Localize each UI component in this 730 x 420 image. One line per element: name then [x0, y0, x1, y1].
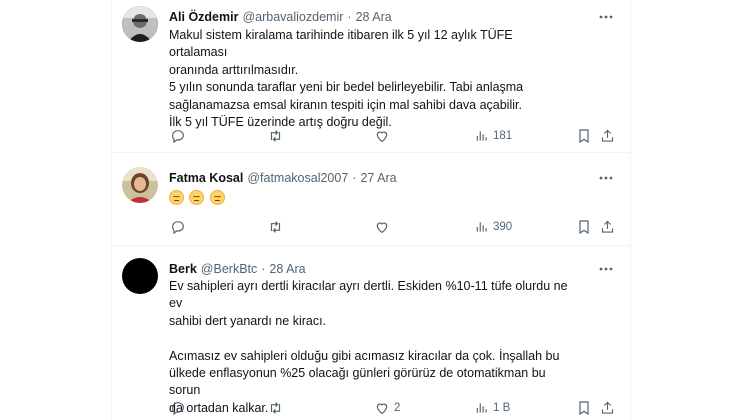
tweet-header: Berk @BerkBtc · 28 Ara — [169, 260, 306, 278]
tweet-date[interactable]: 28 Ara — [356, 10, 392, 24]
reply-icon — [172, 402, 184, 416]
views-icon — [476, 222, 487, 232]
tweet-fatma-kosal[interactable]: Fatma Kosal @fatmakosal2007 · 27 Ara 390 — [112, 153, 630, 245]
share-icon — [601, 401, 614, 414]
reply-button[interactable] — [170, 398, 190, 418]
display-name[interactable]: Fatma Kosal — [169, 171, 243, 185]
retweet-button[interactable] — [267, 398, 288, 418]
bookmark-icon — [579, 401, 589, 416]
share-icon — [601, 220, 614, 233]
share-icon — [601, 129, 614, 142]
reply-icon — [172, 130, 184, 144]
action-bar: 390 — [162, 217, 617, 237]
reply-button[interactable] — [170, 126, 190, 146]
views-icon — [476, 131, 487, 141]
tweet-date[interactable]: 27 Ara — [360, 171, 396, 185]
user-handle[interactable]: @fatmakosal2007 — [247, 171, 348, 185]
share-button[interactable] — [600, 126, 615, 146]
views-button[interactable]: 181 — [475, 126, 512, 146]
bookmark-button[interactable] — [577, 398, 591, 418]
display-name[interactable]: Berk — [169, 262, 197, 276]
view-count: 1 B — [493, 402, 511, 414]
timeline-frame: Ali Özdemir @arbavaliozdemir · 28 Ara Ma… — [0, 0, 730, 420]
tweet-line: 5 yılın sonunda taraflar yeni bir bedel … — [169, 80, 524, 95]
relieved-face-emoji — [169, 190, 184, 206]
tweet-ali-ozdemir[interactable]: Ali Özdemir @arbavaliozdemir · 28 Ara Ma… — [112, 0, 630, 152]
relieved-face-emoji — [189, 190, 205, 206]
separator-dot: · — [352, 171, 357, 185]
action-bar: 2 1 B — [162, 398, 617, 418]
tweet-line: Makul sistem kiralama tarihinde itibaren… — [169, 28, 513, 60]
bookmark-button[interactable] — [577, 126, 591, 146]
tweet-line: ülkede enflasyonun %25 olacağı günleri g… — [169, 366, 546, 398]
avatar-photo — [122, 167, 158, 203]
more-icon — [599, 176, 613, 180]
emoji-row — [169, 189, 569, 207]
bookmark-icon — [579, 220, 589, 235]
views-button[interactable]: 390 — [475, 217, 512, 237]
retweet-icon — [270, 402, 281, 414]
avatar[interactable] — [122, 258, 158, 294]
more-button[interactable] — [596, 260, 616, 278]
heart-icon — [376, 131, 388, 143]
tweet-text: Ev sahipleri ayrı dertli kiracılar ayrı … — [169, 278, 579, 417]
like-button[interactable]: 2 — [374, 398, 400, 418]
avatar[interactable] — [122, 6, 158, 42]
left-gutter — [0, 0, 111, 420]
heart-icon — [376, 222, 388, 234]
more-button[interactable] — [596, 8, 616, 26]
reply-thread: Ali Özdemir @arbavaliozdemir · 28 Ara Ma… — [111, 0, 631, 420]
tweet-header: Fatma Kosal @fatmakosal2007 · 27 Ara — [169, 169, 397, 187]
tweet-line: sahibi dert yanardı ne kiracı. — [169, 313, 327, 328]
retweet-button[interactable] — [267, 217, 288, 237]
tweet-line: sağlanamazsa emsal kiranın tespiti için … — [169, 97, 522, 112]
bookmark-button[interactable] — [577, 217, 591, 237]
retweet-icon — [270, 221, 281, 233]
retweet-icon — [270, 130, 281, 142]
reply-button[interactable] — [170, 217, 190, 237]
views-icon — [476, 403, 487, 413]
separator-dot: · — [347, 10, 352, 24]
tweet-line: Acımasız ev sahipleri olduğu gibi acımas… — [169, 348, 560, 363]
tweet-header: Ali Özdemir @arbavaliozdemir · 28 Ara — [169, 8, 392, 26]
user-handle[interactable]: @BerkBtc — [201, 262, 257, 276]
like-button[interactable] — [374, 217, 394, 237]
heart-icon — [376, 403, 388, 415]
share-button[interactable] — [600, 398, 615, 418]
tweet-date[interactable]: 28 Ara — [269, 262, 305, 276]
like-button[interactable] — [374, 126, 394, 146]
more-button[interactable] — [596, 169, 616, 187]
more-icon — [599, 267, 613, 271]
bookmark-icon — [579, 129, 589, 144]
avatar[interactable] — [122, 167, 158, 203]
display-name[interactable]: Ali Özdemir — [169, 10, 238, 24]
action-bar: 181 — [162, 126, 617, 146]
reply-icon — [172, 221, 184, 235]
relieved-face-emoji — [209, 190, 225, 206]
retweet-button[interactable] — [267, 126, 288, 146]
tweet-berk[interactable]: Berk @BerkBtc · 28 Ara Ev sahipleri ayrı… — [112, 246, 630, 420]
more-icon — [599, 15, 613, 19]
share-button[interactable] — [600, 217, 615, 237]
avatar-photo — [122, 6, 158, 42]
tweet-line: Ev sahipleri ayrı dertli kiracılar ayrı … — [169, 279, 568, 311]
separator-dot: · — [261, 262, 266, 276]
tweet-text: Makul sistem kiralama tarihinde itibaren… — [169, 27, 569, 131]
views-button[interactable]: 1 B — [475, 398, 510, 418]
like-count: 2 — [394, 402, 401, 414]
tweet-line: oranında arttırılmasıdır. — [169, 62, 299, 77]
user-handle[interactable]: @arbavaliozdemir — [242, 10, 343, 24]
